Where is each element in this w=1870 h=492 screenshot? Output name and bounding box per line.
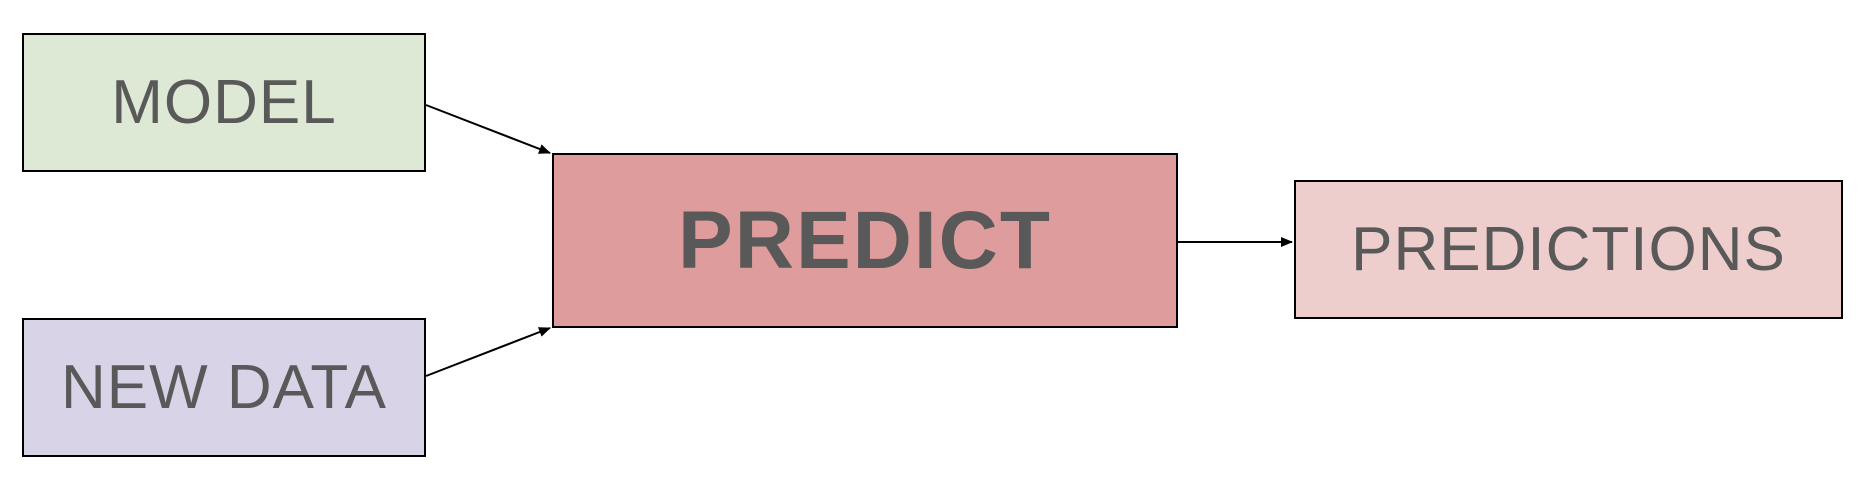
edge-model-to-predict [425,104,551,154]
new-data-node: NEW DATA [22,318,426,457]
edge-new-data-to-predict [425,327,551,377]
model-node: MODEL [22,33,426,172]
new-data-label: NEW DATA [60,353,388,422]
predict-label: PREDICT [678,194,1052,286]
model-label: MODEL [111,68,337,137]
predictions-label: PREDICTIONS [1351,215,1786,284]
predict-node: PREDICT [552,153,1178,328]
predictions-node: PREDICTIONS [1294,180,1843,319]
